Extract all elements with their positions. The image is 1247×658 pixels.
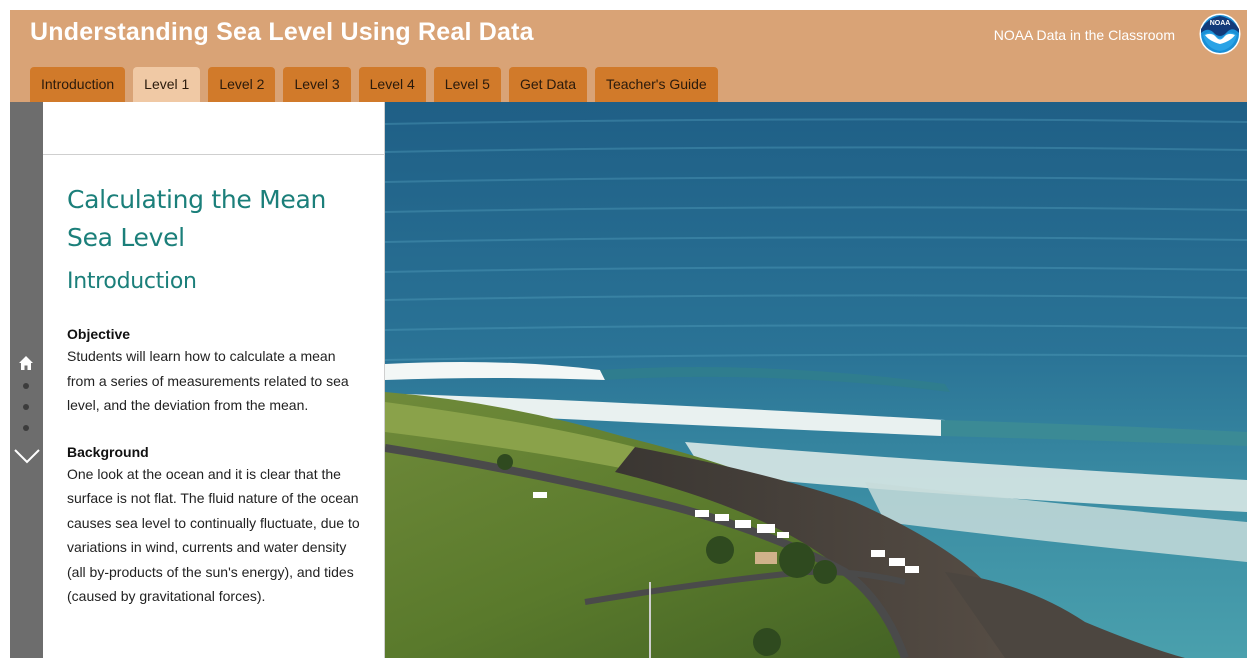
tab-level-5[interactable]: Level 5 bbox=[433, 67, 501, 102]
objective-text: Students will learn how to calculate a m… bbox=[67, 348, 349, 413]
tab-introduction[interactable]: Introduction bbox=[30, 67, 126, 102]
tab-level-4[interactable]: Level 4 bbox=[358, 67, 426, 102]
background-heading: Background bbox=[67, 443, 149, 460]
app-title: Understanding Sea Level Using Real Data bbox=[30, 18, 534, 46]
section-title: Introduction bbox=[67, 269, 197, 294]
noaa-logo-text: NOAA bbox=[1210, 20, 1231, 27]
nav-dot-3[interactable] bbox=[23, 425, 29, 431]
brand-text[interactable]: NOAA Data in the Classroom bbox=[994, 27, 1175, 43]
nav-dot-1[interactable] bbox=[23, 383, 29, 389]
objective-heading: Objective bbox=[67, 326, 131, 342]
tab-teachers-guide[interactable]: Teacher's Guide bbox=[594, 67, 718, 102]
tab-level-1[interactable]: Level 1 bbox=[133, 67, 201, 102]
lesson-title: Calculating the Mean Sea Level bbox=[67, 185, 327, 252]
home-icon[interactable] bbox=[18, 355, 34, 371]
app-frame: Understanding Sea Level Using Real Data … bbox=[10, 10, 1247, 658]
background-text: One look at the ocean and it is clear th… bbox=[67, 465, 360, 605]
panel-topbar bbox=[43, 102, 384, 155]
nav-dot-2[interactable] bbox=[23, 404, 29, 410]
tab-level-2[interactable]: Level 2 bbox=[208, 67, 276, 102]
noaa-logo[interactable]: NOAA bbox=[1199, 13, 1241, 55]
tab-bar: Introduction Level 1 Level 2 Level 3 Lev… bbox=[30, 67, 718, 102]
coastline-photo bbox=[385, 102, 1247, 658]
tab-get-data[interactable]: Get Data bbox=[508, 67, 587, 102]
chevron-down-icon[interactable] bbox=[13, 447, 41, 465]
story-navigation-rail bbox=[10, 102, 43, 658]
header: Understanding Sea Level Using Real Data … bbox=[10, 10, 1247, 102]
panel-content: Calculating the Mean Sea Level Introduct… bbox=[43, 155, 384, 609]
story-text-panel: Calculating the Mean Sea Level Introduct… bbox=[43, 102, 385, 658]
tab-level-3[interactable]: Level 3 bbox=[283, 67, 351, 102]
